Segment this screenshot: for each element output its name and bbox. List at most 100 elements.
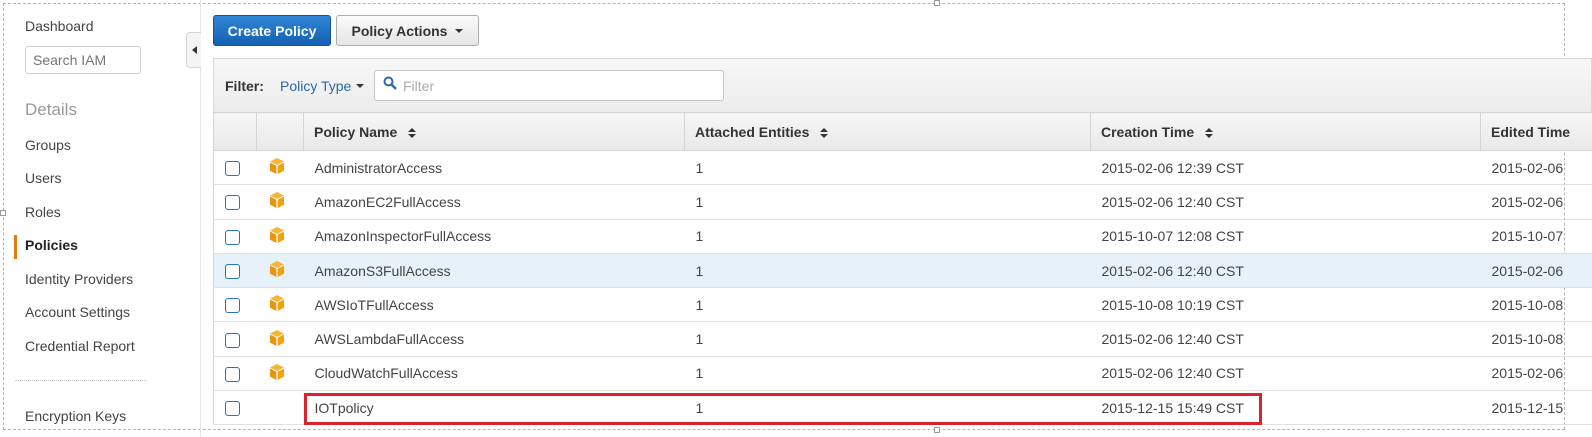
creation-time-cell: 2015-10-07 12:08 CST xyxy=(1090,219,1481,254)
sidebar-dashboard-link[interactable]: Dashboard xyxy=(25,18,94,34)
search-iam-input[interactable] xyxy=(25,46,141,74)
creation-time-cell: 2015-02-06 12:40 CST xyxy=(1090,321,1481,357)
policy-name-cell[interactable]: AWSIoTFullAccess xyxy=(303,287,685,323)
column-header-attached-entities[interactable]: Attached Entities xyxy=(684,112,1091,151)
sort-icon xyxy=(820,127,829,138)
edited-time-cell: 2015-10-08 xyxy=(1480,321,1592,357)
policy-name-cell[interactable]: IOTpolicy xyxy=(303,390,685,426)
sidebar: Dashboard Details Groups Users Roles Pol… xyxy=(0,0,201,437)
sidebar-item-users[interactable]: Users xyxy=(25,170,62,186)
policy-type-cell xyxy=(256,356,304,392)
select-all-header xyxy=(213,112,257,151)
sidebar-item-encryption-keys[interactable]: Encryption Keys xyxy=(25,408,126,424)
row-checkbox[interactable] xyxy=(225,332,240,348)
sidebar-item-credential-report[interactable]: Credential Report xyxy=(25,338,135,354)
attached-entities-cell: 1 xyxy=(684,184,1091,220)
attached-entities-cell: 1 xyxy=(684,321,1091,357)
table-row[interactable]: AWSLambdaFullAccess 1 2015-02-06 12:40 CST… xyxy=(213,321,1592,357)
row-checkbox[interactable] xyxy=(225,229,240,245)
sidebar-section-title: Details xyxy=(25,100,77,119)
table-row[interactable]: AWSIoTFullAccess 1 2015-10-08 10:19 CST 201… xyxy=(213,287,1592,323)
edited-time-cell: 2015-02-06 xyxy=(1480,253,1592,289)
row-checkbox-cell xyxy=(213,184,257,220)
row-checkbox-cell xyxy=(213,390,257,426)
sidebar-item-account-settings[interactable]: Account Settings xyxy=(25,304,130,320)
row-checkbox-cell xyxy=(213,356,257,392)
policy-name-cell[interactable]: CloudWatchFullAccess xyxy=(303,356,685,392)
column-header-label: Edited Time xyxy=(1491,123,1571,140)
column-header-edited-time[interactable]: Edited Time xyxy=(1480,112,1592,151)
resize-handle[interactable] xyxy=(934,0,940,6)
chevron-left-icon xyxy=(191,46,197,54)
table-row[interactable]: CloudWatchFullAccess 1 2015-02-06 12:40 CS… xyxy=(213,356,1592,392)
policy-type-label: Policy Type xyxy=(280,78,352,94)
policy-type-cell xyxy=(256,219,304,254)
policy-actions-button[interactable]: Policy Actions xyxy=(336,15,479,46)
collapse-sidebar-button[interactable] xyxy=(186,32,201,68)
search-icon xyxy=(383,76,397,95)
policy-type-cell xyxy=(256,150,304,186)
policy-type-dropdown[interactable]: Policy Type xyxy=(280,78,365,94)
row-checkbox[interactable] xyxy=(225,298,240,314)
sidebar-item-policies[interactable]: Policies xyxy=(25,237,78,253)
policy-name-cell[interactable]: AWSLambdaFullAccess xyxy=(303,321,685,357)
cube-icon xyxy=(268,191,286,212)
cube-icon xyxy=(268,260,286,281)
edited-time-cell: 2015-10-08 xyxy=(1480,287,1592,323)
create-policy-label: Create Policy xyxy=(227,22,317,39)
row-checkbox[interactable] xyxy=(225,366,240,382)
table-row[interactable]: AmazonS3FullAccess 1 2015-02-06 12:40 CST 2… xyxy=(213,253,1592,289)
filter-label: Filter: xyxy=(225,78,264,94)
column-header-label: Attached Entities xyxy=(695,123,810,140)
policy-name-cell[interactable]: AmazonEC2FullAccess xyxy=(303,184,685,220)
row-checkbox-cell xyxy=(213,219,257,254)
row-checkbox[interactable] xyxy=(225,401,240,417)
row-checkbox[interactable] xyxy=(225,161,240,177)
row-checkbox-cell xyxy=(213,150,257,186)
row-checkbox-cell xyxy=(213,253,257,289)
attached-entities-cell: 1 xyxy=(684,287,1091,323)
row-checkbox[interactable] xyxy=(225,263,240,279)
row-checkbox[interactable] xyxy=(225,195,240,211)
policy-type-cell xyxy=(256,321,304,357)
create-policy-button[interactable]: Create Policy xyxy=(213,15,331,46)
table-row[interactable]: AdministratorAccess 1 2015-02-06 12:39 CST… xyxy=(213,150,1592,186)
cube-icon xyxy=(268,329,286,350)
table-row[interactable]: AmazonEC2FullAccess 1 2015-02-06 12:40 CST… xyxy=(213,184,1592,220)
sidebar-item-groups[interactable]: Groups xyxy=(25,137,71,153)
sidebar-item-identity-providers[interactable]: Identity Providers xyxy=(25,271,133,287)
sidebar-item-roles[interactable]: Roles xyxy=(25,204,61,220)
sort-icon xyxy=(408,127,417,138)
policy-actions-label: Policy Actions xyxy=(351,22,448,39)
policy-name-cell[interactable]: AmazonInspectorFullAccess xyxy=(303,219,685,254)
policy-type-cell xyxy=(256,184,304,220)
edited-time-cell: 2015-12-15 xyxy=(1480,390,1592,426)
policy-type-cell xyxy=(256,253,304,289)
caret-down-icon xyxy=(455,28,464,33)
attached-entities-cell: 1 xyxy=(684,390,1091,426)
edited-time-cell: 2015-10-07 xyxy=(1480,219,1592,254)
policy-type-cell xyxy=(256,390,304,426)
row-checkbox-cell xyxy=(213,287,257,323)
creation-time-cell: 2015-02-06 12:40 CST xyxy=(1090,356,1481,392)
caret-down-icon xyxy=(356,84,365,88)
sidebar-divider xyxy=(15,380,147,381)
cube-icon xyxy=(268,157,286,178)
resize-handle[interactable] xyxy=(934,427,940,433)
edited-time-cell: 2015-02-06 xyxy=(1480,356,1592,392)
row-checkbox-cell xyxy=(213,321,257,357)
cube-icon xyxy=(268,294,286,315)
column-header-creation-time[interactable]: Creation Time xyxy=(1090,112,1481,151)
filter-input[interactable] xyxy=(401,76,705,95)
attached-entities-cell: 1 xyxy=(684,356,1091,392)
policy-name-cell[interactable]: AdministratorAccess xyxy=(303,150,685,186)
creation-time-cell: 2015-02-06 12:40 CST xyxy=(1090,184,1481,220)
filter-field[interactable] xyxy=(374,70,724,101)
filter-bar: Filter: Policy Type xyxy=(213,58,1592,112)
column-header-policy-name[interactable]: Policy Name xyxy=(303,112,685,151)
table-row[interactable]: IOTpolicy 1 2015-12-15 15:49 CST 2015-12-15 xyxy=(213,390,1592,426)
column-header-label: Policy Name xyxy=(314,123,398,140)
table-row[interactable]: AmazonInspectorFullAccess 1 2015-10-07 12:… xyxy=(213,219,1592,254)
attached-entities-cell: 1 xyxy=(684,253,1091,289)
policy-name-cell[interactable]: AmazonS3FullAccess xyxy=(303,253,685,289)
